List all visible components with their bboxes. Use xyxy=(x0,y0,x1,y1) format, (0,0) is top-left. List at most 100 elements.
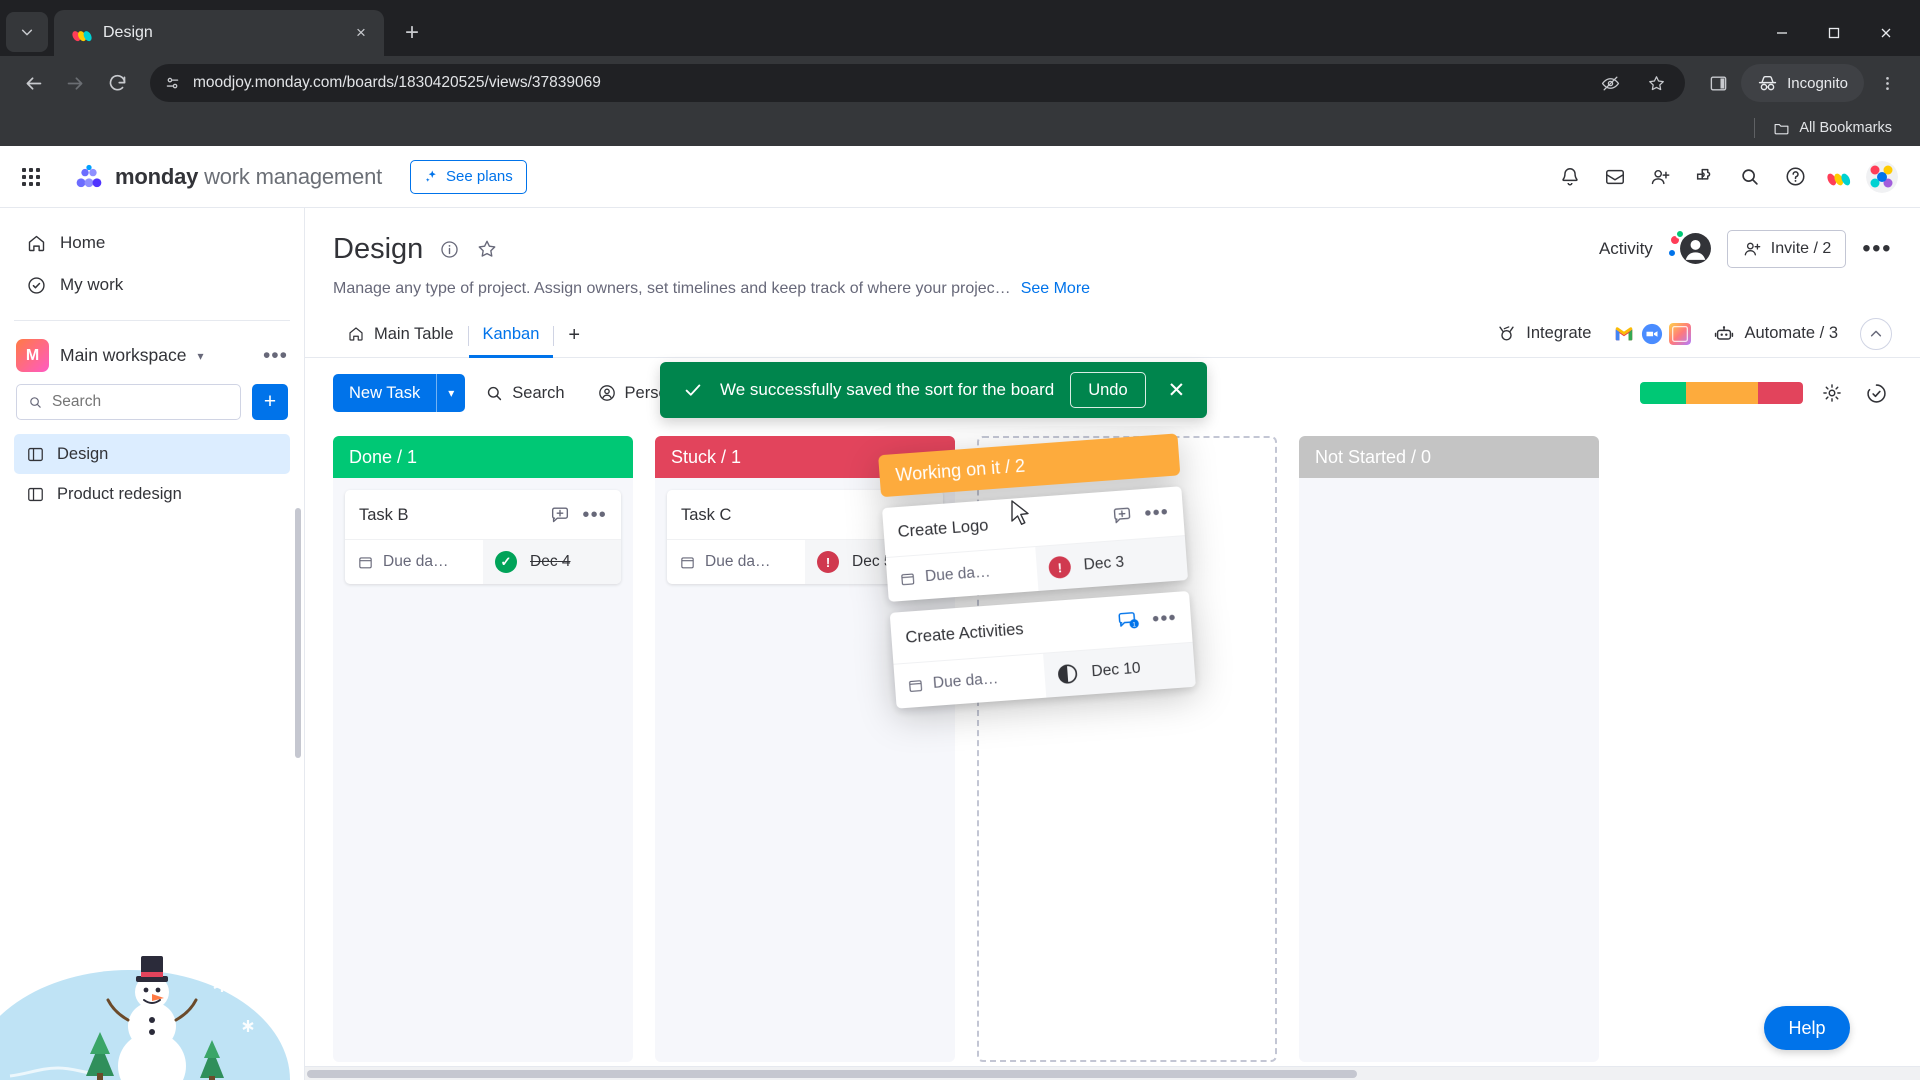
address-bar[interactable]: moodjoy.monday.com/boards/1830420525/vie… xyxy=(150,64,1686,102)
tab-search-button[interactable] xyxy=(6,12,48,52)
add-update-icon[interactable] xyxy=(549,504,571,526)
sidebar-board-list: Design Product redesign xyxy=(0,434,304,514)
workspace-more-button[interactable]: ••• xyxy=(263,344,288,368)
forward-button[interactable] xyxy=(56,64,94,102)
collapse-header-button[interactable] xyxy=(1860,317,1892,350)
workspace-name: Main workspace xyxy=(60,345,187,365)
chrome-menu-button[interactable] xyxy=(1868,64,1906,102)
help-icon[interactable] xyxy=(1776,158,1814,196)
account-avatar[interactable] xyxy=(1866,160,1898,193)
scrollbar-thumb[interactable] xyxy=(307,1070,1357,1078)
browser-tab-design[interactable]: Design × xyxy=(54,10,384,56)
monday-logo-icon xyxy=(76,164,102,187)
kanban-column-header[interactable]: Done / 1 xyxy=(333,436,633,478)
toast-close-button[interactable]: ✕ xyxy=(1162,378,1192,403)
tab-kanban[interactable]: Kanban xyxy=(468,315,554,358)
add-update-icon[interactable] xyxy=(907,504,929,526)
window-maximize-button[interactable] xyxy=(1808,10,1860,56)
new-tab-button[interactable]: + xyxy=(394,15,430,51)
automate-button[interactable]: Automate / 3 xyxy=(1705,317,1846,351)
side-panel-icon xyxy=(1710,75,1726,91)
gmail-icon[interactable] xyxy=(1613,322,1636,345)
bookmark-divider xyxy=(1754,118,1756,138)
sidebar-search-input[interactable] xyxy=(51,393,229,411)
board-more-button[interactable]: ••• xyxy=(1862,235,1892,263)
kanban-card-header: Task B ••• xyxy=(345,490,621,539)
workspace-selector[interactable]: M Main workspace ▾ ••• xyxy=(0,321,304,384)
integrate-icon xyxy=(1499,326,1514,341)
avatar-stack[interactable] xyxy=(1666,229,1711,266)
reload-button[interactable] xyxy=(98,64,136,102)
bookmark-star-button[interactable] xyxy=(1637,64,1675,102)
mailchimp-icon[interactable] xyxy=(1669,322,1692,345)
invite-members-icon[interactable] xyxy=(1641,158,1679,196)
tab-main-table[interactable]: Main Table xyxy=(333,315,468,358)
new-task-caret-icon[interactable]: ▾ xyxy=(437,374,465,412)
monday-brand[interactable]: monday work management xyxy=(74,164,382,190)
kanban-column-header[interactable]: Not Started / 0 xyxy=(1299,436,1599,478)
done-check-badge: ✓ xyxy=(495,551,517,573)
tracking-protection-button[interactable] xyxy=(1591,64,1629,102)
sidebar-scrollbar[interactable] xyxy=(295,508,301,758)
info-circle-icon[interactable] xyxy=(439,239,460,260)
close-icon xyxy=(1881,28,1891,38)
sidebar-board-product-redesign[interactable]: Product redesign xyxy=(14,474,290,514)
sidebar-item-my-work[interactable]: My work xyxy=(14,264,290,306)
kanban-card-field-value[interactable]: ! Dec 5 xyxy=(805,540,943,584)
invite-button[interactable]: Invite / 2 xyxy=(1726,230,1847,268)
home-icon xyxy=(28,235,45,251)
add-view-button[interactable]: + xyxy=(554,314,594,357)
kanban-card[interactable]: Task C Due da… ! Dec 5 xyxy=(667,490,943,584)
integration-apps xyxy=(1613,322,1692,345)
favorite-star-icon[interactable] xyxy=(476,238,498,260)
status-color-bar[interactable] xyxy=(1640,382,1803,404)
side-panel-button[interactable] xyxy=(1699,64,1737,102)
help-button[interactable]: Help xyxy=(1764,1006,1850,1050)
see-plans-button[interactable]: See plans xyxy=(410,159,527,194)
all-bookmarks-button[interactable]: All Bookmarks xyxy=(1765,116,1900,141)
view-tabs-actions: Integrate Automate / 3 xyxy=(1488,317,1892,355)
add-board-button[interactable]: + xyxy=(252,384,288,420)
chevron-down-icon[interactable]: ▾ xyxy=(197,349,203,363)
search-button[interactable]: Search xyxy=(473,375,576,411)
sidebar-item-home[interactable]: Home xyxy=(14,222,290,264)
kanban-column-body[interactable]: Task B ••• Due da… ✓ Dec 4 xyxy=(333,478,633,1062)
back-arrow-icon xyxy=(26,76,41,90)
kanban-column-body[interactable]: Task C Due da… ! Dec 5 xyxy=(655,478,955,1062)
marketplace-icon[interactable] xyxy=(1686,158,1724,196)
activity-label[interactable]: Activity xyxy=(1599,239,1653,259)
see-more-link[interactable]: See More xyxy=(1021,280,1090,298)
incognito-indicator[interactable]: Incognito xyxy=(1741,64,1864,102)
robot-icon xyxy=(1715,325,1734,340)
workspace-avatar: M xyxy=(16,339,49,372)
monday-products-icon[interactable] xyxy=(1821,158,1859,196)
window-close-button[interactable] xyxy=(1860,10,1912,56)
kanban-card[interactable]: Task B ••• Due da… ✓ Dec 4 xyxy=(345,490,621,584)
person-circle-icon xyxy=(598,385,615,401)
search-icon[interactable] xyxy=(1731,158,1769,196)
window-minimize-button[interactable] xyxy=(1756,10,1808,56)
zoom-icon[interactable] xyxy=(1641,323,1663,345)
horizontal-scrollbar[interactable] xyxy=(305,1066,1920,1080)
color-segment-working xyxy=(1686,382,1758,404)
new-task-button[interactable]: New Task ▾ xyxy=(333,374,466,412)
notifications-bell-icon[interactable] xyxy=(1551,158,1589,196)
kanban-column-done: Done / 1 Task B ••• Due da… ✓ Dec 4 xyxy=(333,436,633,1080)
sidebar-search-box[interactable] xyxy=(16,384,241,420)
board-settings-button[interactable] xyxy=(1817,375,1847,411)
tab-close-button[interactable]: × xyxy=(348,20,374,46)
back-button[interactable] xyxy=(14,64,52,102)
kanban-card-field-value[interactable]: ✓ Dec 4 xyxy=(483,540,621,584)
sidebar-board-design[interactable]: Design xyxy=(14,434,290,474)
apps-grid-icon[interactable] xyxy=(22,167,40,186)
kanban-settings-button[interactable] xyxy=(1861,375,1892,411)
kanban-card-menu-button[interactable]: ••• xyxy=(582,505,607,525)
inbox-icon[interactable] xyxy=(1596,158,1634,196)
kanban-column-body[interactable] xyxy=(1299,478,1599,1062)
kanban-column-title: Stuck / 1 xyxy=(671,446,742,467)
kanban-column-header[interactable]: Stuck / 1 xyxy=(655,436,955,478)
toast-undo-button[interactable]: Undo xyxy=(1070,372,1146,408)
integrate-button[interactable]: Integrate xyxy=(1488,317,1599,350)
browser-tabstrip: Design × + xyxy=(0,0,1920,56)
search-label: Search xyxy=(512,383,565,402)
